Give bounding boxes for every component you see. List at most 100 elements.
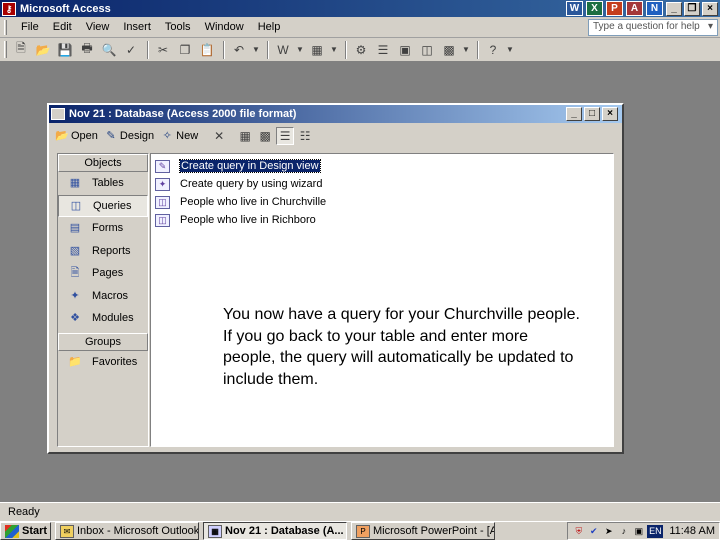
status-text: Ready bbox=[8, 506, 40, 518]
powerpoint-icon[interactable]: P bbox=[606, 1, 623, 16]
macro-icon: ✦ bbox=[70, 289, 80, 302]
language-indicator[interactable]: EN bbox=[647, 524, 664, 538]
open-icon[interactable]: 📂 bbox=[33, 40, 53, 60]
design-button[interactable]: ✎ Design bbox=[104, 130, 154, 143]
access-icon[interactable]: A bbox=[626, 1, 643, 16]
ask-question-input[interactable]: Type a question for help ▾ bbox=[588, 18, 718, 36]
details-view-icon[interactable]: ☷ bbox=[296, 127, 314, 145]
code-icon[interactable]: ⚙ bbox=[351, 40, 371, 60]
status-bar: Ready bbox=[0, 502, 720, 521]
antivirus-icon[interactable]: ✔ bbox=[587, 525, 600, 538]
menu-file[interactable]: File bbox=[15, 21, 47, 33]
shield-icon[interactable]: ⛨ bbox=[572, 525, 585, 538]
object-forms[interactable]: ▤ Forms bbox=[58, 217, 148, 240]
new-label: New bbox=[176, 130, 199, 142]
object-modules[interactable]: ❖ Modules bbox=[58, 307, 148, 330]
object-queries[interactable]: ◫ Queries bbox=[58, 194, 148, 217]
group-favorites[interactable]: 📁 Favorites bbox=[58, 351, 148, 374]
db-minimize-button[interactable]: _ bbox=[566, 107, 582, 121]
chevron-down-icon[interactable]: ▼ bbox=[251, 40, 261, 60]
save-icon[interactable]: 💾 bbox=[55, 40, 75, 60]
object-macros[interactable]: ✦ Macros bbox=[58, 285, 148, 308]
cut-icon[interactable]: ✂ bbox=[153, 40, 173, 60]
design-view-icon: ✎ bbox=[155, 159, 170, 173]
analyze-icon[interactable]: ▦ bbox=[307, 40, 327, 60]
delete-icon[interactable]: ✕ bbox=[210, 127, 228, 145]
network-icon[interactable]: ▣ bbox=[632, 525, 645, 538]
excel-icon[interactable]: X bbox=[586, 1, 603, 16]
print-icon[interactable]: 🖶 bbox=[77, 40, 97, 60]
query-icon: ◫ bbox=[70, 199, 82, 212]
list-item-wizard[interactable]: ✦ Create query by using wizard bbox=[155, 175, 609, 193]
minimize-button[interactable]: _ bbox=[666, 1, 682, 16]
small-icons-icon[interactable]: ▩ bbox=[256, 127, 274, 145]
spelling-icon[interactable]: ✓ bbox=[121, 40, 141, 60]
menu-window[interactable]: Window bbox=[199, 21, 252, 33]
script-icon[interactable]: ☰ bbox=[373, 40, 393, 60]
new-object-icon[interactable]: ▩ bbox=[439, 40, 459, 60]
chevron-down-icon[interactable]: ▼ bbox=[461, 40, 471, 60]
new-button[interactable]: ✧ New bbox=[160, 130, 199, 143]
design-label: Design bbox=[119, 130, 155, 142]
task-outlook[interactable]: ✉ Inbox - Microsoft Outlook bbox=[55, 522, 199, 540]
access-icon: ▦ bbox=[208, 524, 222, 538]
office-links-icon[interactable]: W bbox=[273, 40, 293, 60]
menu-insert[interactable]: Insert bbox=[117, 21, 159, 33]
menu-grip[interactable] bbox=[4, 19, 7, 35]
taskbar: Start ✉ Inbox - Microsoft Outlook ▦ Nov … bbox=[0, 521, 720, 540]
preview-icon[interactable]: 🔍 bbox=[99, 40, 119, 60]
object-label: Queries bbox=[93, 199, 132, 212]
open-label: Open bbox=[71, 130, 98, 142]
help-icon[interactable]: ? bbox=[483, 40, 503, 60]
database-window-toolbar: 📂 Open ✎ Design ✧ New ✕ ▦ ▩ ☰ ☷ bbox=[49, 123, 622, 149]
start-label: Start bbox=[22, 525, 48, 537]
db-maximize-button[interactable]: □ bbox=[584, 107, 600, 121]
query-icon: ◫ bbox=[155, 213, 170, 227]
paste-icon[interactable]: 📋 bbox=[197, 40, 217, 60]
large-icons-icon[interactable]: ▦ bbox=[236, 127, 254, 145]
object-label: Forms bbox=[92, 222, 124, 235]
list-view-icon[interactable]: ☰ bbox=[276, 127, 295, 145]
copy-icon[interactable]: ❐ bbox=[175, 40, 195, 60]
menu-tools[interactable]: Tools bbox=[159, 21, 199, 33]
toolbar-grip[interactable] bbox=[4, 41, 7, 58]
arrow-icon[interactable]: ➤ bbox=[602, 525, 615, 538]
chevron-down-icon[interactable]: ▼ bbox=[329, 40, 339, 60]
relationships-icon[interactable]: ◫ bbox=[417, 40, 437, 60]
chevron-down-icon[interactable]: ▼ bbox=[295, 40, 305, 60]
list-item-label: People who live in Richboro bbox=[180, 214, 316, 226]
object-pages[interactable]: 🗎 Pages bbox=[58, 262, 148, 285]
new-icon[interactable]: 🗎 bbox=[11, 40, 31, 60]
groups-header[interactable]: Groups bbox=[58, 332, 148, 351]
objects-header[interactable]: Objects bbox=[58, 154, 148, 172]
menu-edit[interactable]: Edit bbox=[47, 21, 80, 33]
toolbar-separator bbox=[267, 40, 269, 59]
menu-view[interactable]: View bbox=[80, 21, 118, 33]
speaker-icon[interactable]: ♪ bbox=[617, 525, 630, 538]
list-item-richboro[interactable]: ◫ People who live in Richboro bbox=[155, 211, 609, 229]
task-access-database[interactable]: ▦ Nov 21 : Database (A... bbox=[203, 522, 347, 540]
object-reports[interactable]: ▧ Reports bbox=[58, 240, 148, 263]
list-item-design-view[interactable]: ✎ Create query in Design view bbox=[155, 157, 609, 175]
open-button[interactable]: 📂 Open bbox=[55, 130, 98, 143]
clock[interactable]: 11:48 AM bbox=[669, 525, 715, 537]
menu-help[interactable]: Help bbox=[252, 21, 289, 33]
toolbar-separator bbox=[345, 40, 347, 59]
start-button[interactable]: Start bbox=[0, 522, 51, 540]
close-button[interactable]: × bbox=[702, 1, 718, 16]
restore-button[interactable]: ❐ bbox=[684, 1, 700, 16]
list-item-churchville[interactable]: ◫ People who live in Churchville bbox=[155, 193, 609, 211]
word-icon[interactable]: W bbox=[566, 1, 583, 16]
open-icon: 📂 bbox=[55, 129, 69, 142]
chevron-down-icon[interactable]: ▼ bbox=[505, 40, 515, 60]
object-tables[interactable]: ▦ Tables bbox=[58, 172, 148, 195]
database-window-title-bar[interactable]: Nov 21 : Database (Access 2000 file form… bbox=[49, 105, 622, 123]
properties-icon[interactable]: ▣ bbox=[395, 40, 415, 60]
undo-icon[interactable]: ↶ bbox=[229, 40, 249, 60]
frontpage-icon[interactable]: N bbox=[646, 1, 663, 16]
task-powerpoint[interactable]: P Microsoft PowerPoint - [Ac... bbox=[351, 522, 495, 540]
chevron-down-icon[interactable]: ▾ bbox=[708, 21, 713, 34]
app-title-bar[interactable]: ⚷ Microsoft Access W X P A N _ ❐ × bbox=[0, 0, 720, 17]
db-close-button[interactable]: × bbox=[602, 107, 618, 121]
toolbar-separator bbox=[477, 40, 479, 59]
